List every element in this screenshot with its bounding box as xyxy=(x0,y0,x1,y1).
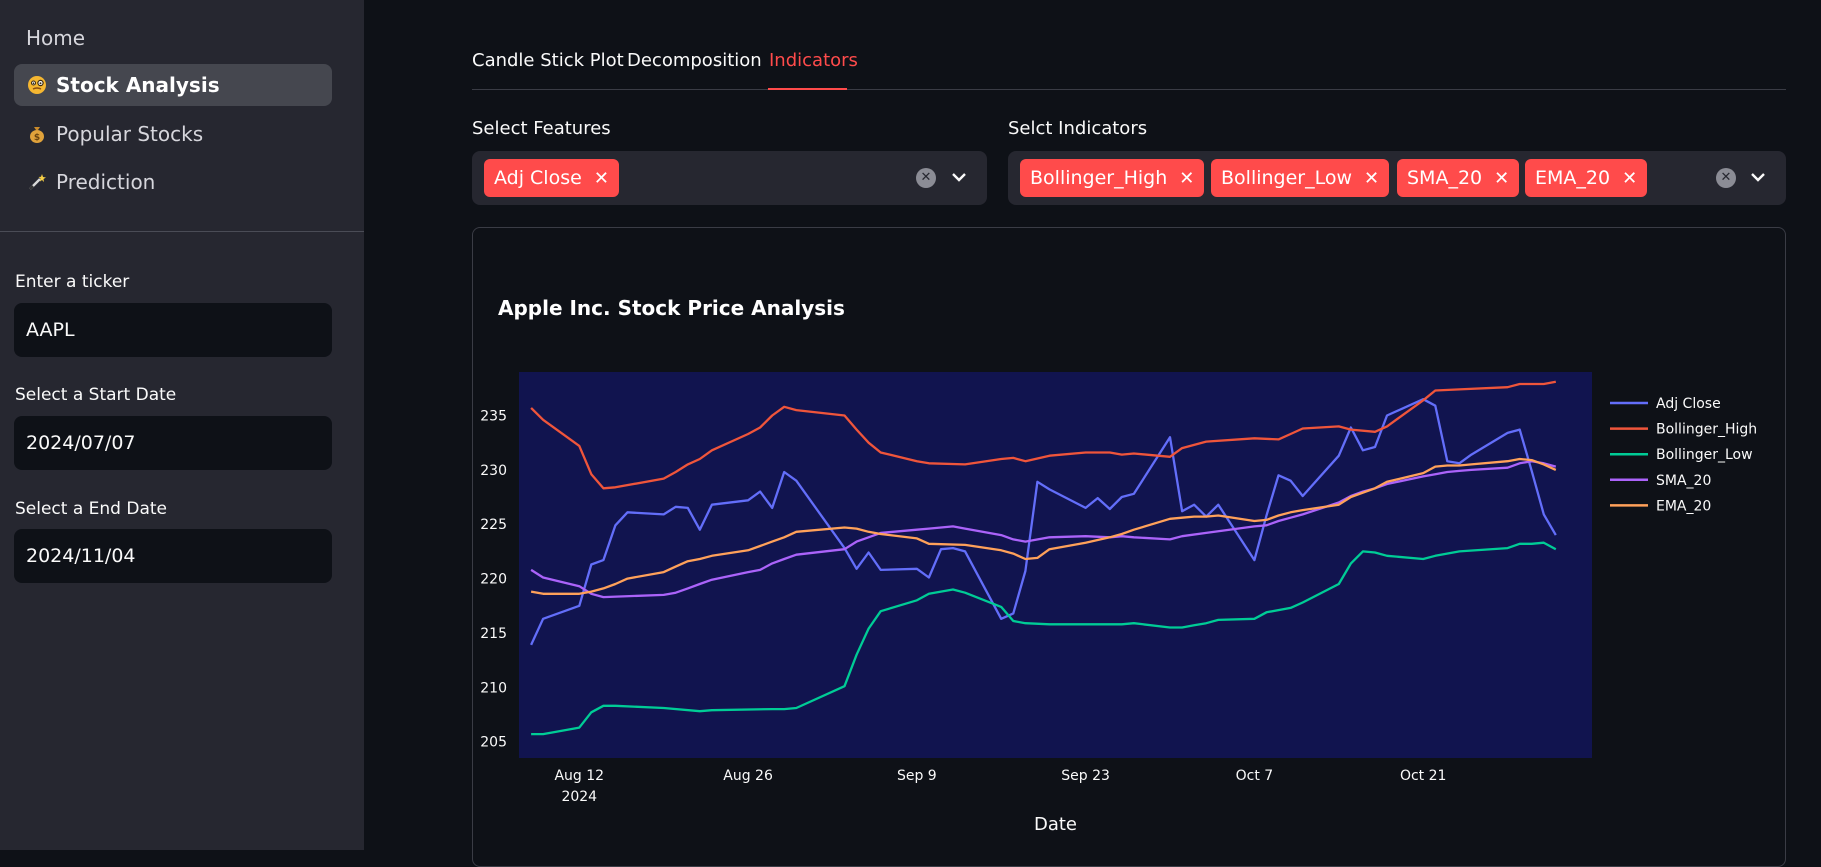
end-date-label: Select a End Date xyxy=(15,499,168,519)
clear-icon[interactable]: ✕ xyxy=(916,168,936,188)
tab-baseline xyxy=(472,89,1786,90)
close-icon[interactable]: ✕ xyxy=(1622,168,1637,189)
nav-item-home[interactable]: Home xyxy=(14,17,332,59)
end-date-input[interactable] xyxy=(14,529,332,583)
chip-bollinger-low: Bollinger_Low ✕ xyxy=(1211,159,1390,197)
start-date-input[interactable] xyxy=(14,416,332,470)
chip-label: Adj Close xyxy=(494,167,582,189)
clear-icon[interactable]: ✕ xyxy=(1716,168,1736,188)
nav-item-label: Prediction xyxy=(56,170,156,194)
money-bag-icon: $ xyxy=(26,123,48,145)
sidebar-divider xyxy=(0,231,364,232)
close-icon[interactable]: ✕ xyxy=(1364,168,1379,189)
chevron-down-icon[interactable] xyxy=(1746,165,1770,189)
nav-item-label: Stock Analysis xyxy=(56,73,220,97)
close-icon[interactable]: ✕ xyxy=(594,168,609,189)
active-tab-underline xyxy=(768,88,847,90)
chevron-down-icon[interactable] xyxy=(947,165,971,189)
indicators-label: Selct Indicators xyxy=(1008,118,1148,139)
nav-item-stock-analysis[interactable]: Stock Analysis xyxy=(14,64,332,106)
monocle-face-icon xyxy=(26,74,48,96)
features-label: Select Features xyxy=(472,118,611,139)
close-icon[interactable]: ✕ xyxy=(1179,168,1194,189)
chip-label: SMA_20 xyxy=(1407,167,1483,189)
tab-candle-stick-plot[interactable]: Candle Stick Plot xyxy=(472,50,624,71)
chip-label: EMA_20 xyxy=(1535,167,1611,189)
chart-panel xyxy=(472,227,1786,867)
close-icon[interactable]: ✕ xyxy=(1494,168,1509,189)
chip-label: Bollinger_High xyxy=(1030,167,1168,189)
chip-label: Bollinger_Low xyxy=(1221,167,1353,189)
magic-wand-icon xyxy=(26,171,48,193)
nav-item-label: Popular Stocks xyxy=(56,122,204,146)
start-date-label: Select a Start Date xyxy=(15,385,177,405)
chip-sma-20: SMA_20 ✕ xyxy=(1397,159,1520,197)
chart-title: Apple Inc. Stock Price Analysis xyxy=(498,296,845,320)
nav-item-label: Home xyxy=(26,26,86,50)
svg-text:$: $ xyxy=(34,133,40,143)
ticker-label: Enter a ticker xyxy=(15,272,130,292)
nav-item-prediction[interactable]: Prediction xyxy=(14,161,332,203)
tab-indicators[interactable]: Indicators xyxy=(769,50,858,71)
tab-decomposition[interactable]: Decomposition xyxy=(627,50,762,71)
indicators-multiselect[interactable]: Bollinger_High ✕ Bollinger_Low ✕ SMA_20 … xyxy=(1008,151,1786,205)
ticker-input[interactable] xyxy=(14,303,332,357)
nav-item-popular-stocks[interactable]: $ Popular Stocks xyxy=(14,113,332,155)
features-multiselect[interactable]: Adj Close ✕ ✕ xyxy=(472,151,987,205)
chip-adj-close: Adj Close ✕ xyxy=(484,159,619,197)
chip-bollinger-high: Bollinger_High ✕ xyxy=(1020,159,1205,197)
chip-ema-20: EMA_20 ✕ xyxy=(1525,159,1648,197)
sidebar: Home Stock Analysis $ Popular Stocks Pre… xyxy=(0,0,364,850)
